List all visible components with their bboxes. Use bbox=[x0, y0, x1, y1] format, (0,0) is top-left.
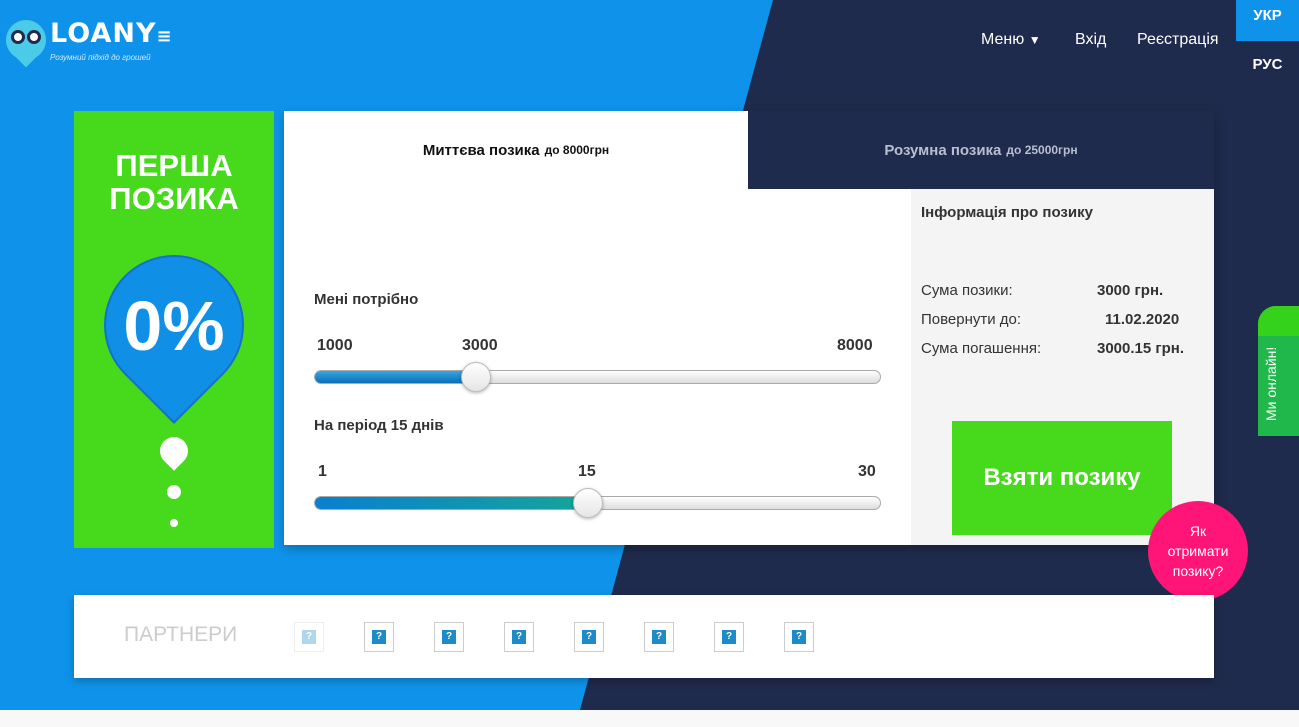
amount-slider-fill bbox=[315, 371, 476, 383]
promo-title: ПЕРША ПОЗИКА bbox=[109, 148, 239, 216]
nav-login[interactable]: Вхід bbox=[1075, 31, 1106, 49]
logo-wordmark: LOANY bbox=[50, 18, 157, 49]
tab-instant-loan[interactable]: Миттєва позика до 8000грн bbox=[284, 111, 748, 189]
take-loan-button[interactable]: Взяти позику bbox=[952, 421, 1172, 535]
broken-image-icon: ? bbox=[372, 630, 386, 644]
partner-logo[interactable]: ? bbox=[644, 622, 674, 652]
loan-calculator-card: Миттєва позика до 8000грн Розумна позика д… bbox=[284, 111, 1214, 545]
partner-logo[interactable]: ? bbox=[574, 622, 604, 652]
nav-register[interactable]: Реєстрація bbox=[1137, 31, 1219, 49]
lang-ukr[interactable]: УКР bbox=[1236, 0, 1299, 41]
broken-image-icon: ? bbox=[652, 630, 666, 644]
amount-value: 3000 bbox=[462, 337, 498, 354]
partner-logo[interactable]: ? bbox=[504, 622, 534, 652]
bottom-strip bbox=[0, 710, 1299, 727]
broken-image-icon: ? bbox=[792, 630, 806, 644]
nav-menu[interactable]: Меню ▼ bbox=[981, 31, 1041, 49]
broken-image-icon: ? bbox=[722, 630, 736, 644]
period-slider-handle[interactable] bbox=[573, 488, 603, 518]
info-row-repayment: Сума погашення: 3000.15 грн. bbox=[921, 340, 1185, 357]
amount-slider-handle[interactable] bbox=[461, 362, 491, 392]
period-slider[interactable] bbox=[314, 488, 881, 518]
partners-section: ПАРТНЕРИ ? ? ? ? ? ? ? ? bbox=[74, 595, 1214, 678]
amount-slider[interactable] bbox=[314, 362, 881, 392]
online-chat-label: Ми онлайн! bbox=[1263, 346, 1279, 421]
dot bbox=[167, 485, 181, 499]
partner-logo[interactable]: ? bbox=[294, 622, 324, 652]
period-slider-fill bbox=[315, 497, 588, 509]
broken-image-icon: ? bbox=[512, 630, 526, 644]
period-min: 1 bbox=[318, 463, 327, 480]
info-row-return-date: Повернути до: 11.02.2020 bbox=[921, 311, 1180, 328]
partner-logo[interactable]: ? bbox=[434, 622, 464, 652]
site-logo[interactable]: LOANY≡ Розумний підхід до грошей bbox=[6, 20, 173, 64]
online-chat-widget[interactable]: Ми онлайн! bbox=[1258, 306, 1299, 436]
how-to-get-loan-button[interactable]: Як отримати позику? bbox=[1148, 501, 1248, 601]
partners-title: ПАРТНЕРИ bbox=[124, 623, 238, 646]
info-row-amount: Сума позики: 3000 грн. bbox=[921, 282, 1164, 299]
amount-min: 1000 bbox=[317, 337, 353, 354]
promo-rate: 0% bbox=[123, 287, 225, 365]
period-value: 15 bbox=[578, 463, 596, 480]
first-loan-promo: ПЕРША ПОЗИКА 0% bbox=[74, 111, 274, 548]
logo-tagline: Розумний підхід до грошей bbox=[50, 53, 151, 62]
lang-rus[interactable]: РУС bbox=[1236, 56, 1299, 73]
broken-image-icon: ? bbox=[442, 630, 456, 644]
info-title: Інформація про позику bbox=[921, 204, 1093, 221]
partner-logo[interactable]: ? bbox=[364, 622, 394, 652]
dot bbox=[170, 519, 178, 527]
small-pin-icon bbox=[154, 431, 194, 471]
broken-image-icon: ? bbox=[582, 630, 596, 644]
partner-logo[interactable]: ? bbox=[714, 622, 744, 652]
broken-image-icon: ? bbox=[302, 630, 316, 644]
owl-logo-icon bbox=[6, 20, 46, 64]
burger-icon: ≡ bbox=[156, 26, 173, 47]
loan-info-panel: Інформація про позику Сума позики: 3000 г… bbox=[911, 189, 1214, 545]
tab-smart-loan[interactable]: Розумна позика до 25000грн bbox=[748, 111, 1214, 189]
amount-label: Мені потрібно bbox=[314, 291, 419, 308]
amount-max: 8000 bbox=[837, 337, 873, 354]
partner-logo[interactable]: ? bbox=[784, 622, 814, 652]
chevron-down-icon: ▼ bbox=[1028, 33, 1041, 47]
period-label: На період 15 днів bbox=[314, 417, 444, 434]
period-max: 30 bbox=[858, 463, 876, 480]
